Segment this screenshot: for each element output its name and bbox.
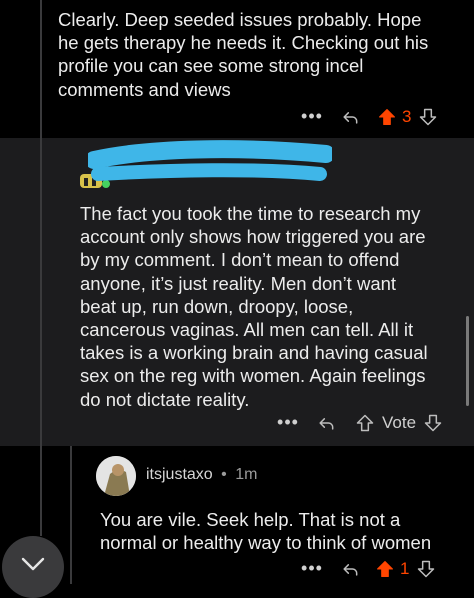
scrollbar[interactable] — [466, 316, 469, 406]
more-options-icon[interactable]: ••• — [300, 106, 324, 127]
thread-line[interactable] — [40, 138, 42, 446]
comment-body: You are vile. Seek help. That is not a n… — [100, 509, 432, 554]
username[interactable]: itsjustaxo — [146, 466, 213, 483]
downvote-arrow-icon[interactable] — [415, 559, 437, 579]
avatar[interactable] — [96, 456, 136, 496]
vote-label: Vote — [382, 412, 417, 432]
upvote-arrow-icon[interactable] — [354, 413, 376, 433]
comment-actions: ••• Vote — [276, 412, 444, 433]
more-options-icon[interactable]: ••• — [300, 558, 324, 579]
upvote-arrow-icon[interactable] — [374, 559, 396, 579]
thread-line[interactable] — [40, 0, 42, 138]
reply-icon[interactable] — [338, 107, 362, 127]
comment-body: The fact you took the time to research m… — [80, 203, 428, 410]
timestamp: 1m — [235, 466, 258, 483]
more-options-icon[interactable]: ••• — [276, 412, 300, 433]
upvote-arrow-icon[interactable] — [376, 107, 398, 127]
thread-line[interactable] — [40, 446, 42, 536]
meta-separator: • — [221, 466, 227, 483]
downvote-arrow-icon[interactable] — [422, 413, 444, 433]
redaction-scribble — [85, 140, 335, 192]
reply-icon[interactable] — [314, 413, 338, 433]
vote-count: 3 — [402, 106, 412, 126]
reply-icon[interactable] — [338, 559, 362, 579]
comment-body: Clearly. Deep seeded issues probably. Ho… — [58, 9, 429, 100]
thread-line[interactable] — [70, 446, 72, 584]
downvote-arrow-icon[interactable] — [417, 107, 439, 127]
comment-1: Clearly. Deep seeded issues probably. Ho… — [0, 0, 474, 138]
chevron-down-icon — [20, 556, 46, 577]
vote-count: 1 — [400, 558, 410, 578]
comment-actions: ••• 3 — [300, 106, 439, 127]
scroll-next-button[interactable] — [2, 536, 64, 598]
comment-actions: ••• 1 — [300, 558, 437, 579]
comment-meta: itsjustaxo • 1m — [146, 466, 257, 484]
